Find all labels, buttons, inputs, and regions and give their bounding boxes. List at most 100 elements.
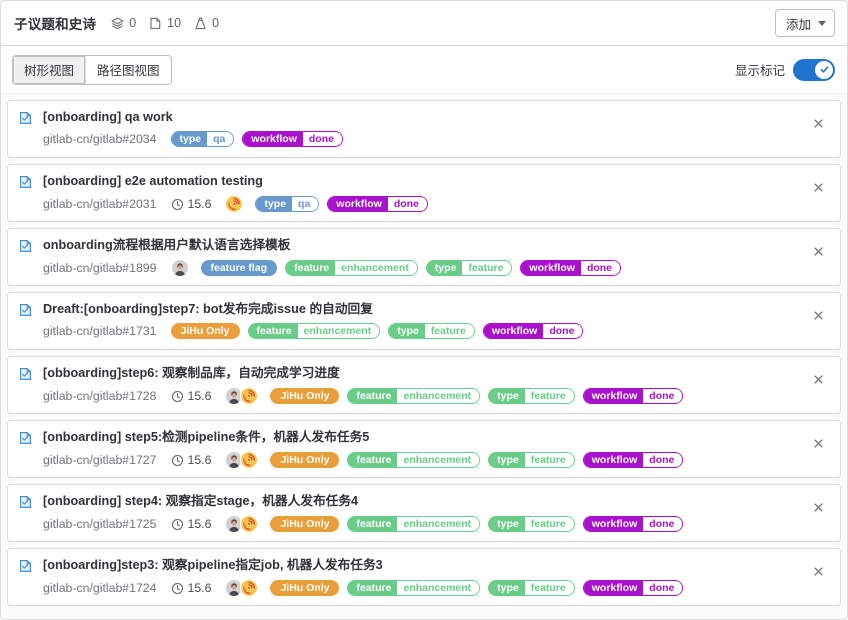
issue-title[interactable]: [onboarding] qa work	[43, 109, 798, 126]
issue-icon	[18, 558, 34, 574]
issue-reference[interactable]: gitlab-cn/gitlab#1899	[43, 261, 157, 275]
issue-meta: gitlab-cn/gitlab#1725 15.6 JiHu Only featur…	[43, 515, 798, 533]
issue-label[interactable]: JiHu Only	[270, 452, 340, 468]
issue-reference[interactable]: gitlab-cn/gitlab#1724	[43, 581, 157, 595]
issue-label[interactable]: type feature	[388, 323, 475, 339]
issue-label[interactable]: type qa	[255, 196, 320, 212]
label-value: feature	[524, 453, 574, 467]
issue-labels: type qa workflow done	[255, 196, 428, 212]
label-value: feature	[524, 517, 574, 531]
issue-label[interactable]: workflow done	[327, 196, 428, 212]
view-switcher: 树形视图 路径图视图	[12, 54, 172, 85]
issue-label[interactable]: workflow done	[242, 131, 343, 147]
issue-title[interactable]: onboarding流程根据用户默认语言选择模板	[43, 237, 798, 254]
issue-label[interactable]: type feature	[488, 580, 575, 596]
issue-label[interactable]: workflow done	[482, 323, 584, 339]
label-value: done	[387, 197, 427, 211]
close-icon	[812, 117, 825, 130]
issue-label[interactable]: feature enhancement	[347, 516, 481, 532]
issue-title[interactable]: [onboarding] step4: 观察指定stage，机器人发布任务4	[43, 493, 798, 510]
issue-meta: gitlab-cn/gitlab#1727 15.6 JiHu Only featur…	[43, 451, 798, 469]
issue-row[interactable]: [obboarding]step6: 观察制品库，自动完成学习进度 gitlab-…	[7, 356, 841, 414]
issue-title[interactable]: Dreaft:[onboarding]step7: bot发布完成issue 的…	[43, 301, 798, 318]
issue-label[interactable]: workflow done	[582, 580, 684, 596]
issue-labels: JiHu Only feature enhancement type feature wo…	[270, 388, 684, 404]
label-scope: workflow	[583, 517, 644, 531]
issue-row[interactable]: [onboarding] qa work gitlab-cn/gitlab#203…	[7, 100, 841, 158]
remove-issue-button[interactable]	[806, 431, 830, 455]
close-icon	[812, 501, 825, 514]
label-scope: workflow	[328, 197, 388, 211]
issue-meta: gitlab-cn/gitlab#2031 15.6 type qa workflow d…	[43, 195, 798, 213]
remove-issue-button[interactable]	[806, 367, 830, 391]
issue-label[interactable]: type feature	[488, 452, 575, 468]
label-value: done	[643, 517, 683, 531]
issue-row[interactable]: onboarding流程根据用户默认语言选择模板 gitlab-cn/gitlab…	[7, 228, 841, 286]
avatar[interactable]	[240, 387, 259, 405]
issue-label[interactable]: feature enhancement	[347, 452, 481, 468]
issue-body: onboarding流程根据用户默认语言选择模板 gitlab-cn/gitlab…	[43, 237, 798, 277]
issue-label[interactable]: feature enhancement	[347, 580, 481, 596]
issue-label[interactable]: JiHu Only	[270, 388, 340, 404]
tab-roadmap-view[interactable]: 路径图视图	[86, 55, 171, 84]
remove-issue-button[interactable]	[806, 303, 830, 327]
issue-row[interactable]: [onboarding] step4: 观察指定stage，机器人发布任务4 gi…	[7, 484, 841, 542]
close-icon	[812, 245, 825, 258]
issue-label[interactable]: workflow done	[520, 260, 622, 276]
issue-row[interactable]: [onboarding] e2e automation testing gitla…	[7, 164, 841, 222]
show-labels-toggle[interactable]	[793, 58, 835, 81]
label-scope: workflow	[483, 324, 544, 338]
issue-label[interactable]: workflow done	[582, 516, 684, 532]
issue-row[interactable]: Dreaft:[onboarding]step7: bot发布完成issue 的…	[7, 292, 841, 350]
issue-icon	[18, 174, 34, 190]
assignee-avatars	[225, 515, 259, 533]
remove-issue-button[interactable]	[806, 559, 830, 583]
issue-reference[interactable]: gitlab-cn/gitlab#1727	[43, 453, 157, 467]
issue-reference[interactable]: gitlab-cn/gitlab#1728	[43, 389, 157, 403]
issue-body: [onboarding] step4: 观察指定stage，机器人发布任务4 gi…	[43, 493, 798, 533]
avatar[interactable]	[240, 451, 259, 469]
issue-label[interactable]: JiHu Only	[270, 516, 340, 532]
issue-label[interactable]: workflow done	[582, 452, 684, 468]
issue-label[interactable]: feature flag	[200, 260, 278, 276]
remove-issue-button[interactable]	[806, 111, 830, 135]
issue-label[interactable]: feature enhancement	[285, 260, 418, 276]
remove-issue-button[interactable]	[806, 239, 830, 263]
issue-label[interactable]: workflow done	[582, 388, 684, 404]
issue-label[interactable]: JiHu Only	[170, 323, 240, 339]
avatar[interactable]	[170, 259, 189, 277]
issue-title[interactable]: [onboarding] e2e automation testing	[43, 173, 798, 190]
issue-label[interactable]: feature enhancement	[247, 323, 381, 339]
issue-label[interactable]: type feature	[488, 388, 575, 404]
issue-label[interactable]: type qa	[170, 131, 235, 147]
issue-labels: feature flag feature enhancement type featur…	[200, 260, 622, 276]
issue-reference[interactable]: gitlab-cn/gitlab#1725	[43, 517, 157, 531]
issue-title[interactable]: [onboarding]step3: 观察pipeline指定job, 机器人发…	[43, 557, 798, 574]
issue-reference[interactable]: gitlab-cn/gitlab#2034	[43, 132, 157, 146]
issue-label[interactable]: JiHu Only	[270, 580, 340, 596]
label-scope: feature	[348, 453, 398, 467]
tab-tree-view[interactable]: 树形视图	[13, 55, 86, 84]
issue-labels: JiHu Only feature enhancement type feature wo…	[270, 452, 684, 468]
clock-icon	[171, 454, 184, 467]
issue-reference[interactable]: gitlab-cn/gitlab#1731	[43, 324, 157, 338]
clock-icon	[171, 390, 184, 403]
issue-title[interactable]: [onboarding] step5:检测pipeline条件，机器人发布任务5	[43, 429, 798, 446]
label-value: feature	[524, 389, 574, 403]
remove-issue-button[interactable]	[806, 495, 830, 519]
issue-label[interactable]: feature enhancement	[347, 388, 481, 404]
avatar[interactable]	[240, 515, 259, 533]
label-value: done	[580, 261, 621, 275]
time-estimate: 15.6	[171, 517, 211, 531]
avatar[interactable]	[240, 579, 259, 597]
remove-issue-button[interactable]	[806, 175, 830, 199]
issue-row[interactable]: [onboarding] step5:检测pipeline条件，机器人发布任务5…	[7, 420, 841, 478]
label-value: feature	[524, 581, 574, 595]
issue-reference[interactable]: gitlab-cn/gitlab#2031	[43, 197, 157, 211]
issue-label[interactable]: type feature	[488, 516, 575, 532]
issue-row[interactable]: [onboarding]step3: 观察pipeline指定job, 机器人发…	[7, 548, 841, 606]
issue-title[interactable]: [obboarding]step6: 观察制品库，自动完成学习进度	[43, 365, 798, 382]
issue-label[interactable]: type feature	[425, 260, 513, 276]
add-button[interactable]: 添加	[774, 9, 835, 37]
avatar[interactable]	[225, 195, 244, 213]
